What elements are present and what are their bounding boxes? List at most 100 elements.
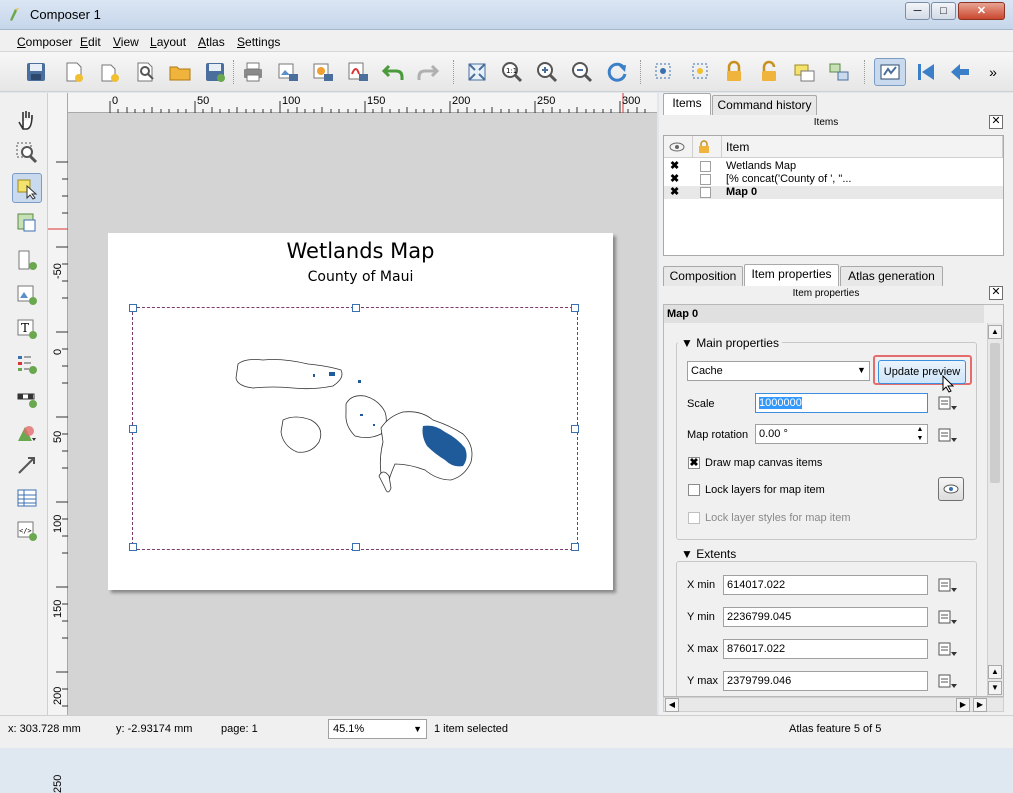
lock-checkbox[interactable] (700, 174, 711, 185)
menu-settings[interactable]: Settings (237, 35, 280, 49)
refresh-icon[interactable] (603, 58, 631, 86)
tab-atlas-generation[interactable]: Atlas generation (840, 266, 943, 286)
xmin-input[interactable]: 614017.022 (723, 575, 928, 595)
add-shape-tool-icon[interactable] (12, 418, 42, 448)
resize-handle[interactable] (129, 543, 137, 551)
ymax-input[interactable]: 2379799.046 (723, 671, 928, 691)
map-rotation-input[interactable]: 0.00 ° (755, 424, 928, 444)
data-defined-override-icon[interactable] (936, 672, 958, 690)
resize-handle[interactable] (352, 543, 360, 551)
unlock-icon[interactable] (755, 58, 783, 86)
print-icon[interactable] (239, 58, 267, 86)
list-item[interactable]: ✖ Wetlands Map (664, 160, 1003, 173)
add-scalebar-tool-icon[interactable] (12, 383, 42, 413)
zoom-100-icon[interactable]: 1:1 (498, 58, 526, 86)
zoom-in-icon[interactable] (533, 58, 561, 86)
close-items-dock-icon[interactable]: ✕ (989, 115, 1003, 129)
export-svg-icon[interactable] (309, 58, 337, 86)
export-image-icon[interactable] (274, 58, 302, 86)
export-pdf-icon[interactable] (344, 58, 372, 86)
lock-checkbox[interactable] (700, 187, 711, 198)
zoom-full-icon[interactable] (463, 58, 491, 86)
resize-handle[interactable] (129, 304, 137, 312)
scrollbar-thumb[interactable] (990, 343, 1000, 483)
scroll-up-icon[interactable]: ▲ (988, 665, 1002, 679)
zoom-select[interactable]: 45.1% ▼ (328, 719, 427, 739)
zoom-tool-icon[interactable] (12, 138, 42, 168)
lock-icon[interactable] (720, 58, 748, 86)
map-subtitle-label[interactable]: County of Maui (108, 269, 613, 285)
resize-handle[interactable] (571, 304, 579, 312)
list-item[interactable]: ✖ [% concat('County of ', "... (664, 173, 1003, 186)
visibility-toggle[interactable]: ✖ (670, 161, 681, 172)
layer-visibility-preset-button[interactable] (938, 477, 964, 501)
main-properties-header[interactable]: ▼ Main properties (678, 336, 782, 350)
resize-handle[interactable] (571, 543, 579, 551)
tab-items[interactable]: Items (663, 93, 711, 115)
extents-header[interactable]: ▼ Extents (678, 547, 740, 561)
add-label-tool-icon[interactable]: T (12, 314, 42, 344)
lock-layers-checkbox[interactable] (688, 484, 700, 496)
lock-layer-styles-checkbox[interactable] (688, 512, 700, 524)
menu-edit[interactable]: Edit (80, 35, 101, 49)
ungroup-icon[interactable] (825, 58, 853, 86)
toolbar-overflow-button[interactable]: » (983, 58, 1003, 86)
add-map-tool-icon[interactable] (12, 245, 42, 275)
xmax-input[interactable]: 876017.022 (723, 639, 928, 659)
duplicate-composer-icon[interactable] (96, 58, 124, 86)
scroll-right-icon[interactable]: ▶ (973, 698, 987, 712)
composer-manager-icon[interactable] (132, 58, 160, 86)
list-item[interactable]: ✖ Map 0 (664, 186, 1003, 199)
horizontal-scrollbar[interactable]: ◀ ▶ ▶ (663, 697, 1004, 712)
save-icon[interactable] (22, 58, 50, 86)
close-button[interactable]: ✕ (958, 2, 1005, 20)
scroll-right-icon[interactable]: ▶ (956, 698, 970, 712)
data-defined-override-icon[interactable] (936, 394, 958, 412)
first-feature-icon[interactable] (912, 58, 940, 86)
add-image-tool-icon[interactable] (12, 280, 42, 310)
undo-icon[interactable] (379, 58, 407, 86)
tab-composition[interactable]: Composition (663, 266, 743, 286)
data-defined-override-icon[interactable] (936, 608, 958, 626)
menu-view[interactable]: View (113, 35, 139, 49)
deselect-icon[interactable] (687, 58, 715, 86)
resize-handle[interactable] (352, 304, 360, 312)
visibility-toggle[interactable]: ✖ (670, 174, 681, 185)
scroll-down-icon[interactable]: ▼ (988, 681, 1002, 695)
tab-item-properties[interactable]: Item properties (744, 264, 839, 286)
zoom-out-icon[interactable] (568, 58, 596, 86)
menu-layout[interactable]: Layout (150, 35, 186, 49)
add-table-tool-icon[interactable] (12, 483, 42, 513)
add-html-tool-icon[interactable]: </> (12, 516, 42, 546)
tab-command-history[interactable]: Command history (712, 95, 817, 115)
draw-canvas-items-checkbox[interactable]: ✖ (688, 457, 700, 469)
menu-composer[interactable]: Composer (17, 35, 72, 49)
spin-arrows-icon[interactable]: ▲ ▼ (913, 425, 927, 443)
visibility-toggle[interactable]: ✖ (670, 187, 681, 198)
select-move-tool-icon[interactable] (12, 173, 42, 203)
resize-handle[interactable] (129, 425, 137, 433)
open-template-icon[interactable] (166, 58, 194, 86)
lock-checkbox[interactable] (700, 161, 711, 172)
item-column-header[interactable]: Item (722, 136, 1003, 158)
data-defined-override-icon[interactable] (936, 576, 958, 594)
scroll-up-icon[interactable]: ▲ (988, 325, 1002, 339)
move-content-tool-icon[interactable] (12, 208, 42, 238)
layout-page[interactable]: Wetlands Map County of Maui (108, 233, 613, 590)
new-composer-icon[interactable] (60, 58, 88, 86)
data-defined-override-icon[interactable] (936, 640, 958, 658)
redo-icon[interactable] (414, 58, 442, 86)
map-title-label[interactable]: Wetlands Map (108, 239, 613, 263)
previous-feature-icon[interactable] (946, 58, 974, 86)
add-legend-tool-icon[interactable] (12, 349, 42, 379)
scroll-left-icon[interactable]: ◀ (665, 698, 679, 712)
vertical-scrollbar[interactable]: ▲ ▲ ▼ (987, 323, 1003, 696)
pan-tool-icon[interactable] (12, 105, 42, 135)
data-defined-override-icon[interactable] (936, 426, 958, 444)
maximize-button[interactable]: □ (931, 2, 956, 20)
close-properties-dock-icon[interactable]: ✕ (989, 286, 1003, 300)
cache-mode-select[interactable]: Cache (687, 361, 870, 381)
group-icon[interactable] (790, 58, 818, 86)
map-item[interactable] (129, 304, 579, 551)
scale-input[interactable]: 1000000 (755, 393, 928, 413)
